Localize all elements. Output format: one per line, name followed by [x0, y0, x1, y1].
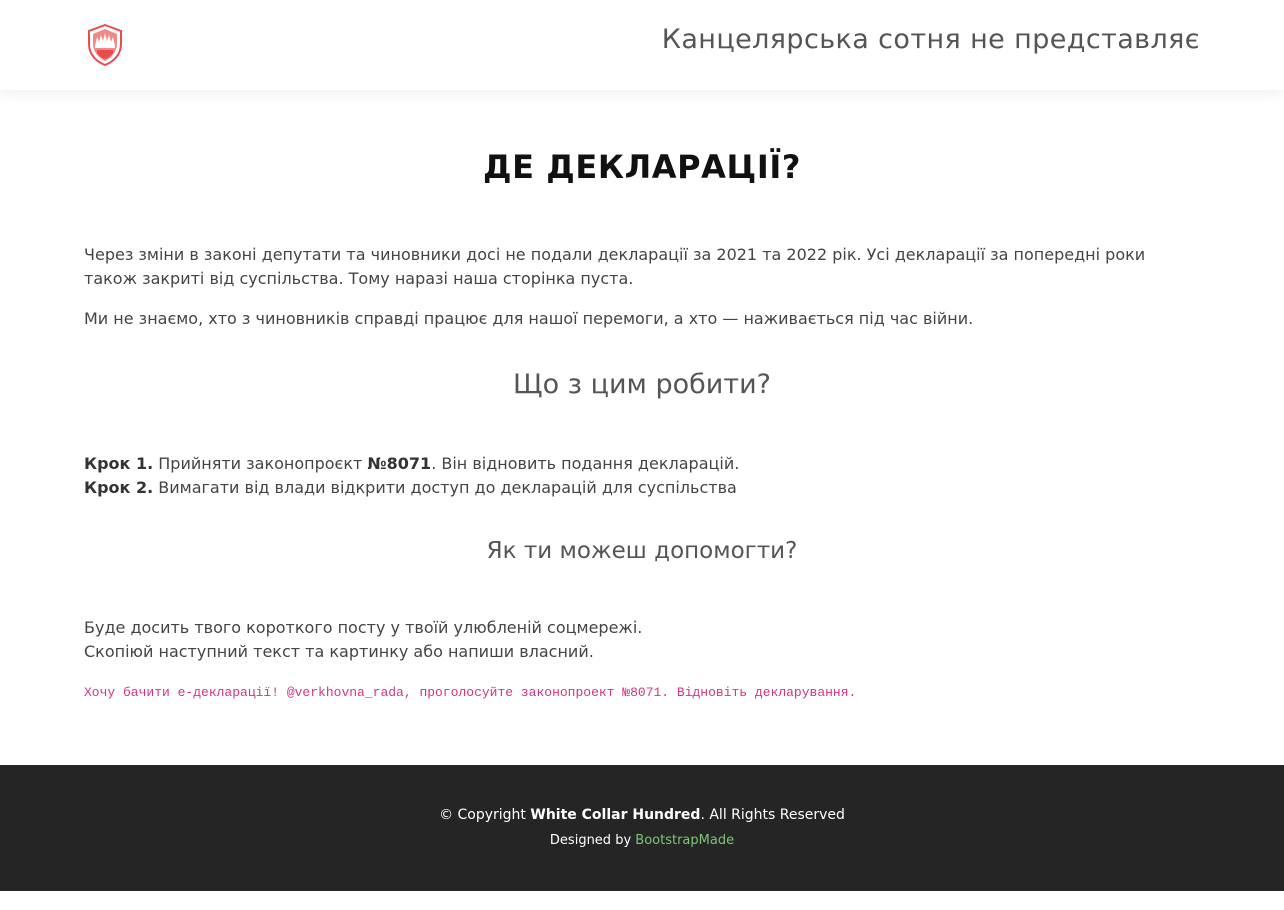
- step-1: Крок 1. Прийняти законопроєкт №8071. Він…: [84, 452, 1200, 476]
- copyright: © Copyright White Collar Hundred. All Ri…: [0, 807, 1284, 823]
- header-tagline: Канцелярська сотня не представляє: [661, 24, 1200, 55]
- intro-paragraph: Через зміни в законі депутати та чиновни…: [84, 245, 1146, 288]
- step-text-end: . Він відновить подання декларацій.: [431, 454, 740, 473]
- copyright-prefix: © Copyright: [439, 807, 531, 823]
- how-to-help-heading: Як ти можеш допомогти?: [486, 538, 798, 564]
- help-line: Скопіюй наступний текст та картинку або …: [84, 642, 594, 661]
- designer-link[interactable]: BootstrapMade: [635, 833, 734, 848]
- organization-name: White Collar Hundred: [530, 807, 701, 823]
- shield-flame-logo-icon[interactable]: [86, 24, 124, 66]
- officials-paragraph: Ми не знаємо, хто з чиновників справді п…: [84, 309, 974, 328]
- step-2: Крок 2. Вимагати від влади відкрити дост…: [84, 476, 1200, 500]
- page-title: ДЕ ДЕКЛАРАЦІЇ?: [482, 148, 802, 186]
- bill-number: №8071: [367, 454, 432, 473]
- step-text: Прийняти законопроєкт: [153, 454, 368, 473]
- step-label: Крок 1.: [84, 454, 154, 473]
- help-line: Буде досить твого короткого посту у твої…: [84, 618, 643, 637]
- step-label: Крок 2.: [84, 478, 154, 497]
- site-header: Канцелярська сотня не представляє: [0, 0, 1284, 90]
- site-footer: © Copyright White Collar Hundred. All Ri…: [0, 765, 1284, 891]
- what-to-do-heading: Що з цим робити?: [513, 369, 771, 400]
- designed-by-label: Designed by: [549, 833, 636, 848]
- steps-list: Крок 1. Прийняти законопроєкт №8071. Він…: [84, 452, 1200, 500]
- help-text: Буде досить твого короткого посту у твої…: [84, 616, 1200, 664]
- share-text-snippet[interactable]: Хочу бачити е-декларації! @verkhovna_rad…: [84, 685, 856, 700]
- step-text: Вимагати від влади відкрити доступ до де…: [153, 478, 737, 497]
- credits: Designed by BootstrapMade: [0, 833, 1284, 848]
- copyright-suffix: . All Rights Reserved: [700, 807, 845, 823]
